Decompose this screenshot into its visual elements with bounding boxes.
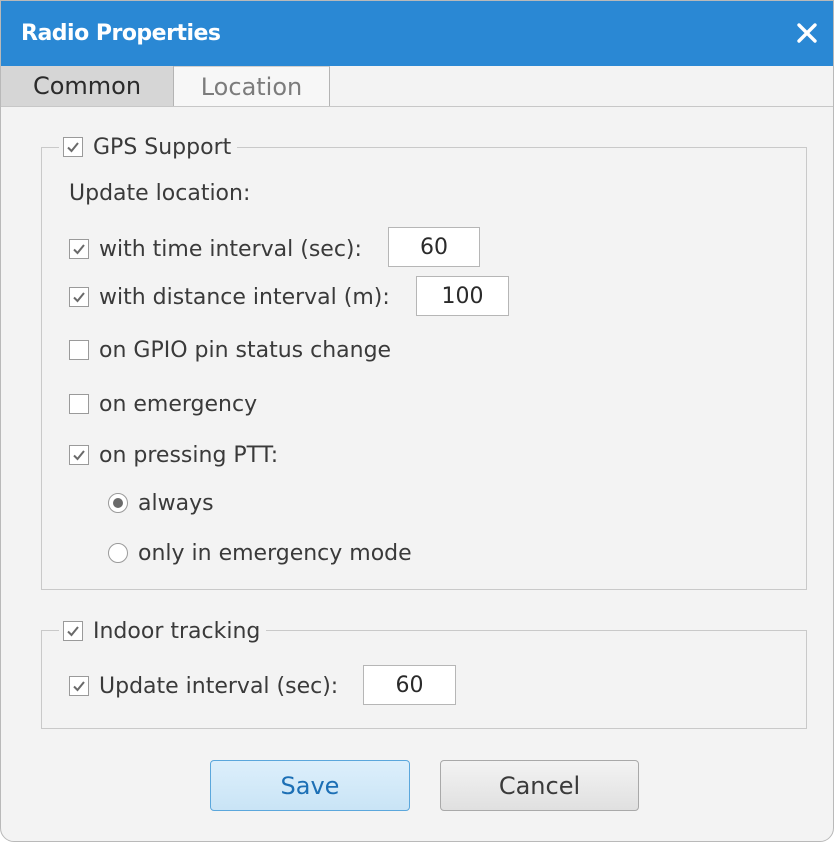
time-interval-input[interactable]: 60 [388,227,480,267]
pressing-ptt-checkbox[interactable] [69,445,89,465]
emergency-row[interactable]: on emergency [69,387,257,421]
ptt-emergency-mode-label: only in emergency mode [138,540,412,566]
indoor-tracking-legend: Indoor tracking [59,614,267,648]
close-icon [797,23,817,43]
checkmark-icon [67,626,79,637]
gps-support-group [41,147,807,590]
ptt-emergency-mode-row[interactable]: only in emergency mode [108,536,412,570]
radio-properties-dialog: Radio Properties Common Location GPS Sup… [0,0,834,842]
tab-location-label: Location [200,72,303,101]
gpio-change-checkbox[interactable] [69,340,89,360]
update-interval-row[interactable]: Update interval (sec): [69,669,338,703]
cancel-button[interactable]: Cancel [440,760,639,811]
pressing-ptt-row[interactable]: on pressing PTT: [69,438,278,472]
tab-common[interactable]: Common [1,66,174,106]
indoor-tracking-checkbox[interactable] [63,621,83,641]
ptt-always-row[interactable]: always [108,486,214,520]
checkmark-icon [73,681,85,692]
gpio-change-label: on GPIO pin status change [99,337,392,363]
save-button[interactable]: Save [210,760,410,811]
gpio-change-row[interactable]: on GPIO pin status change [69,333,391,367]
gps-support-legend: GPS Support [59,130,238,164]
update-interval-input[interactable]: 60 [363,665,456,705]
distance-interval-row[interactable]: with distance interval (m): [69,280,390,314]
checkmark-icon [67,142,79,153]
close-button[interactable] [789,15,825,51]
emergency-checkbox[interactable] [69,394,89,414]
time-interval-row[interactable]: with time interval (sec): [69,232,362,266]
update-interval-checkbox[interactable] [69,676,89,696]
gps-support-checkbox[interactable] [63,137,83,157]
tab-location[interactable]: Location [174,66,330,106]
gps-support-checkbox-row[interactable]: GPS Support [63,130,231,164]
emergency-label: on emergency [99,391,258,417]
indoor-tracking-label: Indoor tracking [93,618,261,644]
dialog-title: Radio Properties [21,21,221,46]
update-location-label: Update location: [69,181,251,206]
distance-interval-input[interactable]: 100 [416,276,509,316]
checkmark-icon [73,450,85,461]
time-interval-checkbox[interactable] [69,239,89,259]
checkmark-icon [73,292,85,303]
distance-interval-checkbox[interactable] [69,287,89,307]
distance-interval-label: with distance interval (m): [99,284,390,310]
tab-bar: Common Location [1,66,833,107]
ptt-always-radio[interactable] [108,493,128,513]
title-bar: Radio Properties [1,1,833,66]
indoor-tracking-checkbox-row[interactable]: Indoor tracking [63,614,260,648]
time-interval-label: with time interval (sec): [99,236,362,262]
gps-support-label: GPS Support [93,134,232,160]
tab-common-label: Common [32,72,142,100]
checkmark-icon [73,244,85,255]
radio-dot-icon [113,498,123,508]
update-interval-label: Update interval (sec): [99,673,339,699]
ptt-always-label: always [138,490,214,516]
ptt-emergency-mode-radio[interactable] [108,543,128,563]
pressing-ptt-label: on pressing PTT: [99,442,279,468]
